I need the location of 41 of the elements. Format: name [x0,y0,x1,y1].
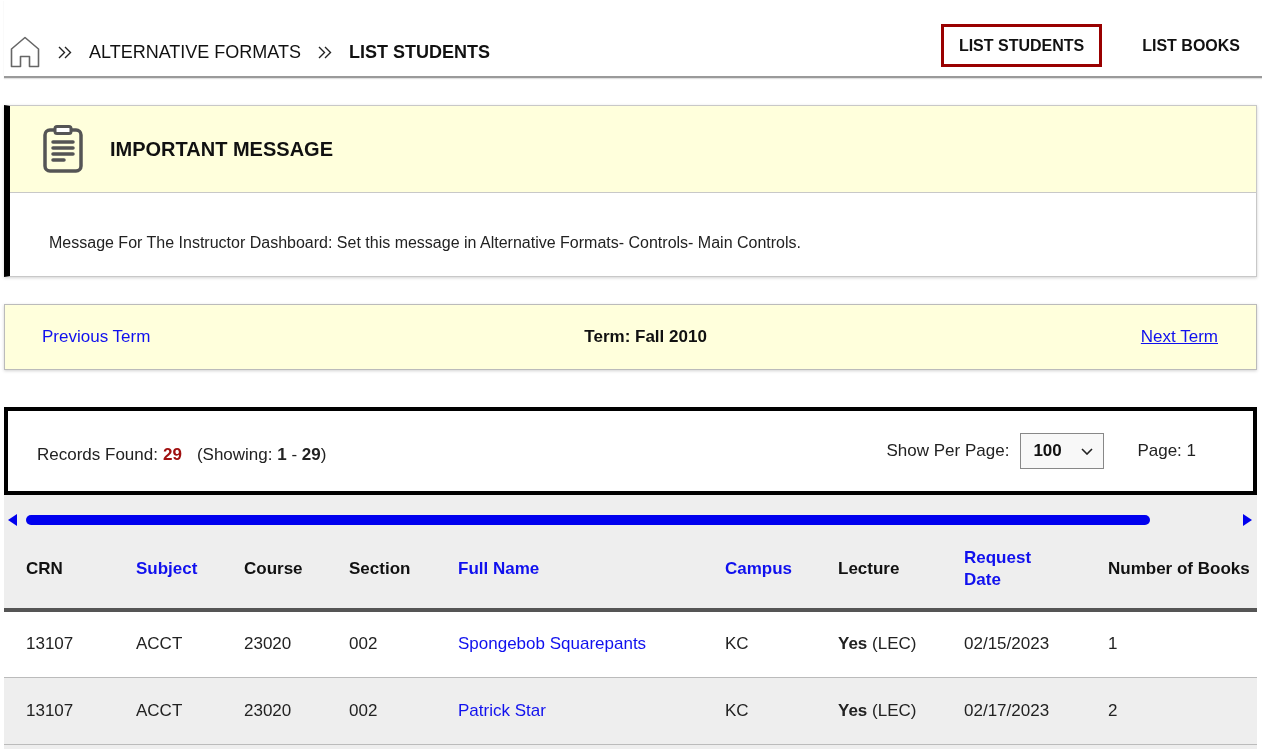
page-label: Page: 1 [1137,441,1196,461]
double-chevron-icon [318,45,333,59]
breadcrumb-current: LIST STUDENTS [349,41,491,63]
chevron-down-icon [1081,447,1094,455]
table-cell: 1 [1086,610,1257,677]
table-cell: ACCT [114,677,222,744]
table-cell: 02/15/2023 [942,610,1086,677]
student-name-link[interactable]: Spongebob Squarepants [458,634,647,654]
table-cell: 002 [327,610,436,677]
previous-term-link[interactable]: Previous Term [42,327,151,347]
student-name-link[interactable]: Patrick Star [458,700,546,720]
message-text: Message For The Instructor Dashboard: Set this message in Alternative Formats- Controls- Main Controls. [49,233,802,253]
nav-link[interactable]: LIST STUDENTS [940,24,1103,67]
clipboard-icon [43,125,83,173]
table-cell: ACCT [114,610,222,677]
per-page-select[interactable]: 100 [1020,433,1105,469]
home-icon[interactable] [10,36,40,68]
per-page-label: Show Per Page: [886,441,1010,461]
scrollbar-thumb[interactable] [26,515,1150,525]
table-cell: Yes (LEC) [816,677,942,744]
message-title: IMPORTANT MESSAGE [110,137,333,161]
table-cell: Yes (LEC) [816,610,942,677]
next-term-link[interactable]: Next Term [1140,327,1218,347]
scroll-right-icon[interactable] [1243,514,1252,526]
showing-range: (Showing: 1 - 29) [196,444,327,465]
table-cell: 23020 [222,677,327,744]
table-cell: 23020 [222,610,327,677]
scroll-left-icon[interactable] [8,514,17,526]
table-cell: 13107 [4,677,114,744]
records-label: Records Found: [37,444,158,465]
table-cell: 2 [1086,677,1257,744]
breadcrumb-link[interactable]: ALTERNATIVE FORMATS [89,41,302,63]
nav-link[interactable]: LIST BOOKS [1124,24,1258,67]
table-cell: 13107 [4,610,114,677]
double-chevron-icon [58,45,72,59]
table-cell: 02/17/2023 [942,677,1086,744]
term-label: Term: Fall 2010 [584,327,707,347]
records-count: 29 [162,444,182,465]
table-cell: KC [703,610,816,677]
table-cell: KC [703,677,816,744]
table-cell: 002 [327,677,436,744]
